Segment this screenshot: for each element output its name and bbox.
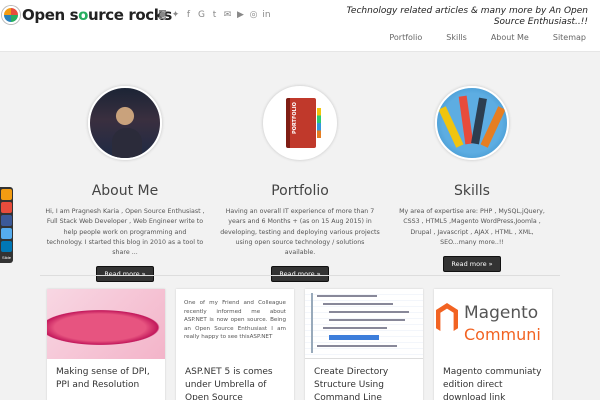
- post-card[interactable]: One of my Friend and Colleague recently …: [176, 289, 294, 400]
- post-excerpt: One of my Friend and Colleague recently …: [184, 300, 286, 341]
- twitter-share-icon[interactable]: [1, 228, 12, 239]
- facebook-icon[interactable]: f: [184, 10, 193, 20]
- feature-text: My area of expertise are: PHP , MySQL,jQ…: [399, 208, 545, 246]
- main-nav: Portfolio Skills About Me Sitemap: [389, 33, 586, 42]
- section-divider: [40, 275, 560, 276]
- nav-item-sitemap[interactable]: Sitemap: [553, 33, 586, 42]
- linkedin-share-icon[interactable]: [1, 241, 12, 252]
- youtube-icon[interactable]: ▶: [236, 10, 245, 20]
- github-icon[interactable]: ◎: [249, 10, 258, 20]
- rss-share-icon[interactable]: [1, 189, 12, 200]
- feature-text: Having an overall IT experience of more …: [220, 208, 380, 257]
- post-card[interactable]: Making sense of DPI, PPI and Resolution: [47, 289, 165, 400]
- facebook-share-icon[interactable]: [1, 215, 12, 226]
- site-header: Open source rocks ◙ ✦ f G t ✉ ▶ ◎ in Tec…: [0, 0, 600, 52]
- tumblr-icon[interactable]: t: [210, 10, 219, 20]
- magento-edition-text: Communi: [464, 325, 541, 344]
- raised-hand-1: [438, 106, 464, 148]
- feature-title: Portfolio: [271, 183, 329, 199]
- site-logo[interactable]: Open source rocks: [2, 6, 172, 24]
- google-plus-icon[interactable]: G: [197, 10, 206, 20]
- email-icon[interactable]: ✉: [223, 10, 232, 20]
- feature-skills: Skills My area of expertise are: PHP , M…: [392, 86, 552, 273]
- person-shape: [112, 128, 142, 158]
- google-share-icon[interactable]: [1, 202, 12, 213]
- portfolio-binder-icon: PORTFOLIO: [286, 98, 316, 148]
- site-tagline: Technology related articles & many more …: [346, 6, 588, 27]
- lips-image: [47, 289, 165, 359]
- social-links: ◙ ✦ f G t ✉ ▶ ◎ in: [158, 10, 271, 20]
- feature-about-me: About Me Hi, I am Pragnesh Karia , Open …: [45, 86, 205, 283]
- post-title[interactable]: ASP.NET 5 is comes under Umbrella of Ope…: [176, 359, 294, 400]
- post-card[interactable]: Magento Communi Magento communiaty editi…: [434, 289, 552, 400]
- feature-title: About Me: [91, 183, 159, 199]
- twitter-icon[interactable]: ✦: [171, 10, 180, 20]
- logo-globe-icon: [2, 6, 20, 24]
- rss-icon[interactable]: ◙: [158, 10, 167, 20]
- binder-tabs: [317, 108, 321, 138]
- nav-item-about-me[interactable]: About Me: [491, 33, 529, 42]
- magento-logo-image: Magento Communi: [434, 289, 552, 359]
- post-title[interactable]: Magento communiaty edition direct downlo…: [434, 359, 552, 400]
- share-sidebar: Slide: [0, 187, 13, 263]
- feature-title: Skills: [454, 183, 490, 199]
- magento-icon: [436, 303, 458, 331]
- share-sidebar-label[interactable]: Slide: [1, 254, 12, 261]
- post-title[interactable]: Making sense of DPI, PPI and Resolution: [47, 359, 165, 392]
- portfolio-binder-label: PORTFOLIO: [292, 102, 298, 134]
- profile-photo[interactable]: [88, 86, 162, 160]
- nav-item-portfolio[interactable]: Portfolio: [389, 33, 422, 42]
- linkedin-icon[interactable]: in: [262, 10, 271, 20]
- post-card[interactable]: Create Directory Structure Using Command…: [305, 289, 423, 400]
- magento-wordmark: Magento: [464, 303, 539, 323]
- feature-text: Hi, I am Pragnesh Karia , Open Source En…: [45, 208, 205, 257]
- nav-item-skills[interactable]: Skills: [446, 33, 467, 42]
- feature-portfolio: PORTFOLIO Portfolio Having an overall IT…: [220, 86, 380, 283]
- portfolio-image[interactable]: PORTFOLIO: [263, 86, 337, 160]
- logo-text: Open source rocks: [22, 6, 172, 24]
- post-title[interactable]: Create Directory Structure Using Command…: [305, 359, 423, 400]
- directory-tree-screenshot: [305, 289, 423, 359]
- skills-image[interactable]: [435, 86, 509, 160]
- read-more-button[interactable]: Read more »: [443, 256, 501, 273]
